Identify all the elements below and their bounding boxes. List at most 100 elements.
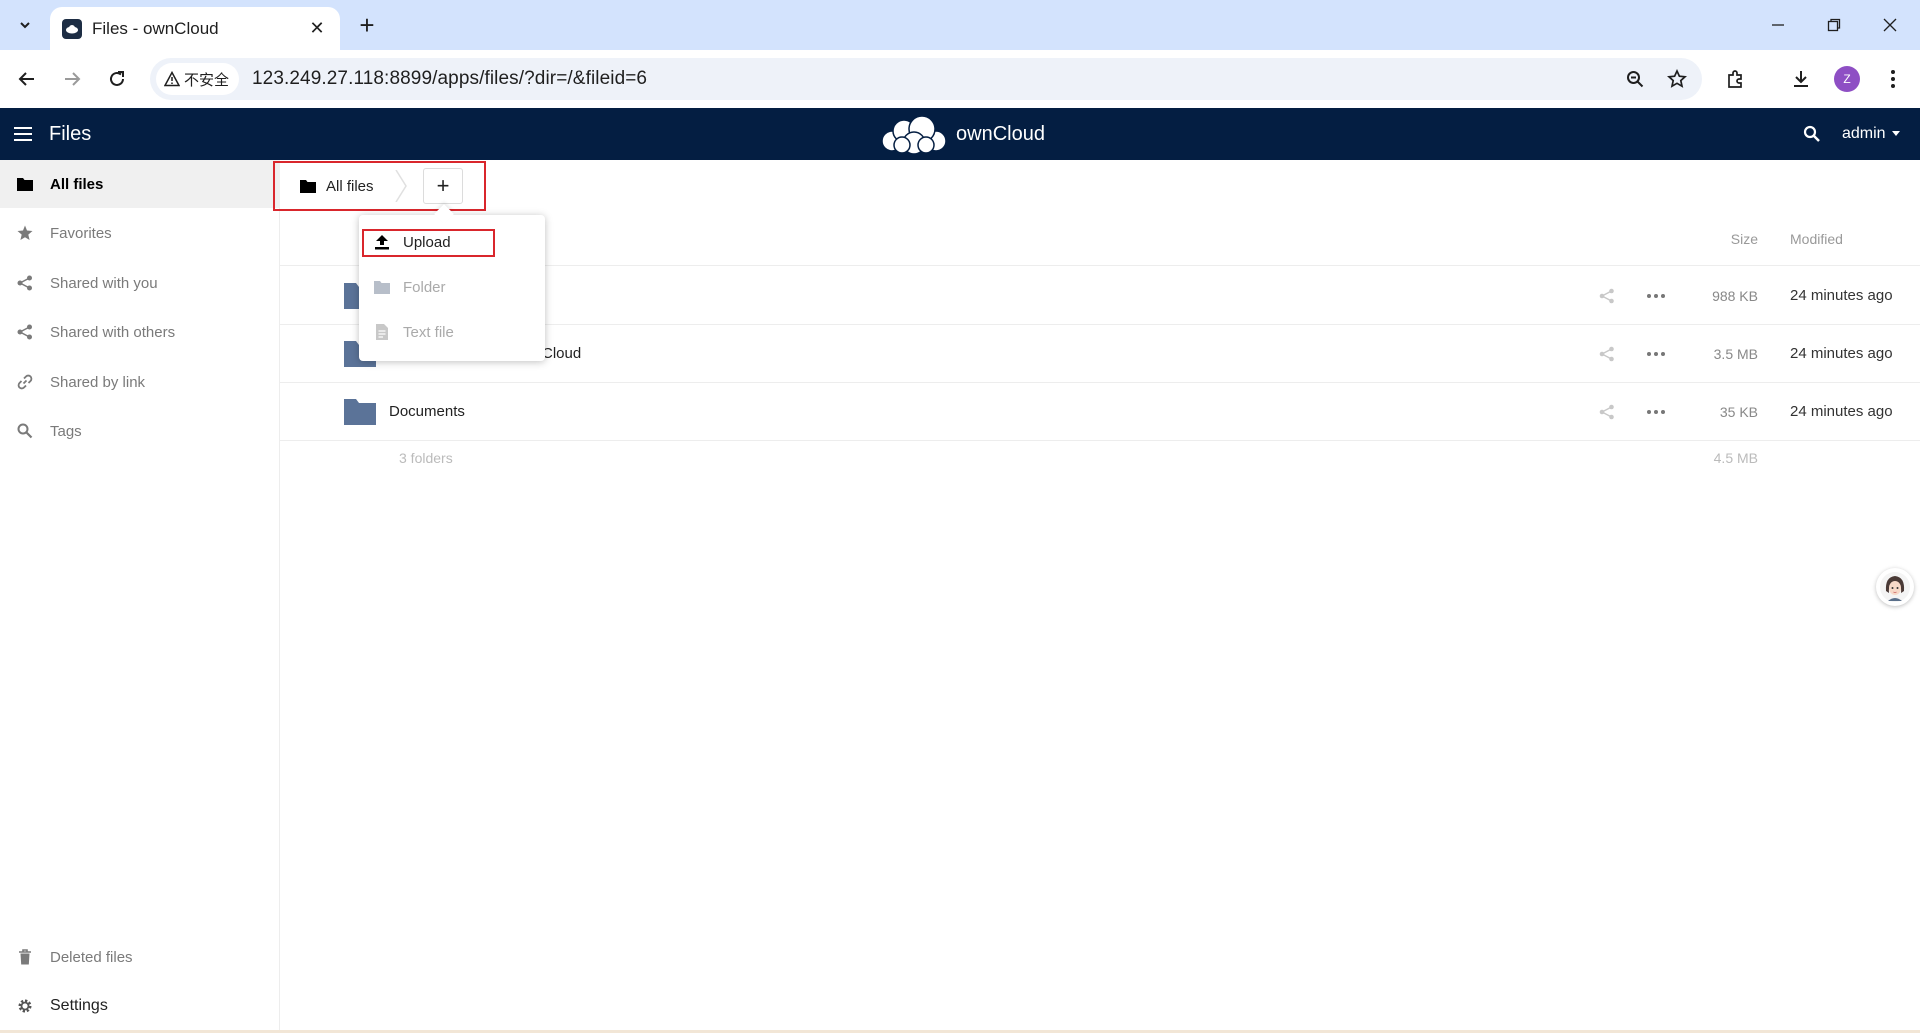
- sidebar-item-label: Deleted files: [50, 948, 133, 966]
- table-row[interactable]: Documents 35 KB 24 minutes ago: [280, 383, 1920, 441]
- owncloud-logo-icon: [881, 115, 947, 155]
- zoom-button[interactable]: [1620, 64, 1650, 94]
- sidebar-item-tags[interactable]: Tags: [0, 407, 280, 455]
- more-vertical-icon: [1891, 70, 1895, 88]
- breadcrumb-home[interactable]: All files: [300, 160, 374, 212]
- menu-item-label: Upload: [403, 233, 451, 251]
- back-button[interactable]: [10, 62, 44, 96]
- file-name[interactable]: Cloud: [542, 325, 581, 383]
- file-size: 35 KB: [1719, 404, 1758, 420]
- sidebar-item-shared-with-others[interactable]: Shared with others: [0, 308, 280, 356]
- sidebar-item-all-files[interactable]: All files: [0, 160, 280, 208]
- sidebar-item-label: Favorites: [50, 224, 112, 242]
- share-icon: [16, 323, 34, 341]
- tab-search-button[interactable]: [10, 10, 40, 40]
- trash-icon: [16, 948, 34, 966]
- sidebar: All files Favorites Shared with you Shar…: [0, 160, 280, 1033]
- search-icon: [16, 422, 34, 440]
- security-label: 不安全: [184, 71, 230, 89]
- sidebar-item-label: All files: [50, 175, 104, 193]
- chevron-down-icon: [20, 22, 30, 29]
- warning-icon: [164, 71, 180, 87]
- zoom-icon: [1627, 71, 1644, 88]
- new-tab-button[interactable]: +: [352, 10, 382, 40]
- share-icon[interactable]: [1597, 344, 1617, 364]
- menu-item-text-file[interactable]: Text file: [359, 310, 545, 354]
- breadcrumb-separator: [395, 170, 407, 202]
- file-modified: 24 minutes ago: [1790, 403, 1893, 420]
- star-icon: [1667, 69, 1687, 88]
- brand-logo: ownCloud: [878, 112, 1045, 156]
- sidebar-item-label: Shared by link: [50, 373, 146, 391]
- owncloud-favicon-icon: [62, 18, 82, 39]
- reload-button[interactable]: [100, 62, 134, 96]
- folder-icon: [16, 175, 34, 193]
- close-icon: [1883, 18, 1897, 32]
- share-icon[interactable]: [1597, 286, 1617, 306]
- file-modified: 24 minutes ago: [1790, 287, 1893, 304]
- sidebar-item-settings[interactable]: Settings: [0, 982, 280, 1030]
- browser-tab[interactable]: Files - ownCloud ✕: [50, 7, 340, 50]
- menu-icon[interactable]: [14, 122, 36, 146]
- gear-icon: [16, 997, 34, 1015]
- folder-icon: [373, 278, 391, 296]
- text-file-icon: [373, 323, 391, 341]
- share-icon: [16, 274, 34, 292]
- user-menu[interactable]: admin: [1842, 108, 1900, 160]
- downloads-button[interactable]: [1784, 62, 1818, 96]
- sidebar-item-shared-by-link[interactable]: Shared by link: [0, 358, 280, 406]
- arrow-right-icon: [65, 72, 81, 86]
- tab-title: Files - ownCloud: [92, 18, 219, 38]
- sidebar-item-label: Shared with you: [50, 274, 158, 292]
- reload-icon: [110, 71, 124, 86]
- assistant-avatar[interactable]: [1876, 568, 1914, 606]
- app-name[interactable]: Files: [49, 108, 91, 160]
- extensions-button[interactable]: [1718, 62, 1752, 96]
- profile-button[interactable]: Z: [1830, 62, 1864, 96]
- browser-tab-bar: Files - ownCloud ✕ +: [0, 0, 1920, 50]
- arrow-left-icon: [18, 72, 34, 86]
- share-icon[interactable]: [1597, 402, 1617, 422]
- more-horizontal-icon[interactable]: [1645, 286, 1667, 306]
- sidebar-item-favorites[interactable]: Favorites: [0, 209, 280, 257]
- more-horizontal-icon[interactable]: [1645, 402, 1667, 422]
- sidebar-item-label: Settings: [50, 997, 108, 1014]
- sidebar-item-label: Shared with others: [50, 323, 176, 341]
- file-list-summary: 3 folders 4.5 MB: [280, 438, 1920, 478]
- bookmark-button[interactable]: [1662, 64, 1692, 94]
- header-search-button[interactable]: [1800, 122, 1824, 146]
- menu-item-label: Folder: [403, 278, 446, 296]
- sidebar-item-label: Tags: [50, 422, 82, 440]
- upload-icon: [373, 233, 391, 251]
- brand-name: ownCloud: [956, 122, 1045, 145]
- column-header-size[interactable]: Size: [1731, 212, 1758, 266]
- more-horizontal-icon[interactable]: [1645, 344, 1667, 364]
- forward-button[interactable]: [55, 62, 89, 96]
- sidebar-item-deleted-files[interactable]: Deleted files: [0, 933, 280, 981]
- column-header-modified[interactable]: Modified: [1790, 212, 1843, 266]
- restore-button[interactable]: [1806, 0, 1862, 50]
- window-close-button[interactable]: [1862, 0, 1918, 50]
- menu-item-folder[interactable]: Folder: [359, 265, 545, 309]
- menu-item-upload[interactable]: Upload: [359, 220, 545, 264]
- new-file-button[interactable]: +: [423, 168, 463, 204]
- avatar: Z: [1834, 66, 1860, 92]
- folder-icon: [300, 180, 316, 193]
- file-name[interactable]: Documents: [389, 383, 465, 441]
- sidebar-item-shared-with-you[interactable]: Shared with you: [0, 259, 280, 307]
- star-icon: [16, 224, 34, 242]
- browser-menu-button[interactable]: [1876, 62, 1910, 96]
- security-indicator[interactable]: 不安全: [156, 63, 240, 95]
- file-size: 3.5 MB: [1713, 346, 1758, 362]
- summary-count: 3 folders: [399, 450, 453, 466]
- tab-close-icon[interactable]: ✕: [306, 18, 328, 39]
- puzzle-icon: [1728, 70, 1742, 88]
- minimize-icon: [1772, 24, 1784, 26]
- file-size: 988 KB: [1712, 288, 1758, 304]
- address-bar[interactable]: 不安全 123.249.27.118:8899/apps/files/?dir=…: [150, 58, 1702, 100]
- minimize-button[interactable]: [1750, 0, 1806, 50]
- url-text[interactable]: 123.249.27.118:8899/apps/files/?dir=/&fi…: [252, 58, 647, 100]
- breadcrumb-label: All files: [326, 177, 374, 195]
- folder-icon: [344, 399, 376, 425]
- search-icon: [1803, 125, 1820, 142]
